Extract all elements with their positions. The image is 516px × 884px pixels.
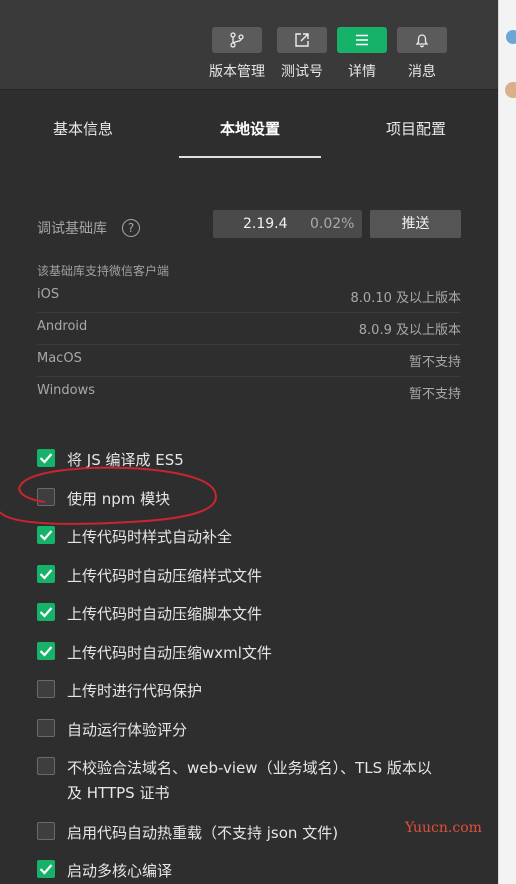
client-row: Windows 暂不支持 [37,377,461,409]
check-icon [39,569,53,580]
client-version: 8.0.10 及以上版本 [350,291,461,306]
watermark: Yuucn.com [405,820,482,836]
details-button[interactable] [337,27,387,53]
checkbox[interactable] [37,680,55,698]
branch-icon [230,32,244,48]
avatar [505,82,516,98]
avatar [506,30,516,44]
messages-button[interactable] [397,27,447,53]
client-name: MacOS [37,351,82,366]
checkbox[interactable] [37,822,55,840]
check-icon [39,607,53,618]
menu-icon [356,34,368,46]
tab-project-config[interactable]: 项目配置 [371,118,461,139]
version-control-button[interactable] [212,27,262,53]
checkbox[interactable] [37,757,55,775]
check-icon [39,864,53,875]
option-label: 启用代码自动热重载（不支持 json 文件) [67,824,339,842]
tab-local-settings[interactable]: 本地设置 [205,118,295,139]
version-control-label: 版本管理 [209,64,265,80]
option-label: 自动运行体验评分 [67,721,188,739]
settings-panel: 版本管理 测试号 详情 消息 基本信息 本地设置 项目配置 调试基础库 ? 2.… [0,0,498,884]
option-label: 上传代码时自动压缩脚本文件 [67,605,263,623]
client-name: Windows [37,383,96,398]
client-row: Android 8.0.9 及以上版本 [37,313,461,345]
toolbar: 版本管理 测试号 详情 消息 [0,0,498,90]
option-label: 上传时进行代码保护 [67,682,203,700]
option-label: 启动多核心编译 [67,862,173,880]
checkbox[interactable] [37,642,55,660]
test-account-button[interactable] [277,27,327,53]
support-title: 该基础库支持微信客户端 [37,264,170,278]
app-window: { "toolbar": { "buttons": [ {"label": "版… [0,0,516,884]
option-label: 上传代码时自动压缩样式文件 [67,567,263,585]
check-icon [39,646,53,657]
simulator-edge [498,0,516,884]
base-library-percent: 0.02% [310,216,355,232]
option-label: 上传代码时自动压缩wxml文件 [67,644,272,662]
checkbox[interactable] [37,719,55,737]
base-library-version-select[interactable]: 2.19.4 0.02% [213,210,362,238]
messages-label: 消息 [408,64,436,80]
client-name: Android [37,319,88,334]
client-version: 8.0.9 及以上版本 [358,323,461,338]
help-icon[interactable]: ? [122,219,140,237]
external-link-icon [295,33,309,47]
option-label: 不校验合法域名、web-view（业务域名）、TLS 版本以及 HTTPS 证书 [67,759,432,802]
base-library-label: 调试基础库 [37,221,107,237]
active-tab-indicator [179,156,321,158]
client-name: iOS [37,287,60,302]
client-version: 暂不支持 [408,355,461,370]
client-version: 暂不支持 [408,387,461,402]
base-library-version: 2.19.4 [243,216,288,232]
bell-icon [415,34,429,48]
client-row: iOS 8.0.10 及以上版本 [37,281,461,313]
tab-basic-info[interactable]: 基本信息 [38,118,128,139]
checkbox[interactable] [37,565,55,583]
client-row: MacOS 暂不支持 [37,345,461,377]
checkbox[interactable] [37,860,55,878]
checkbox[interactable] [37,603,55,621]
push-button[interactable]: 推送 [370,210,461,238]
red-circle-annotation [0,466,217,525]
